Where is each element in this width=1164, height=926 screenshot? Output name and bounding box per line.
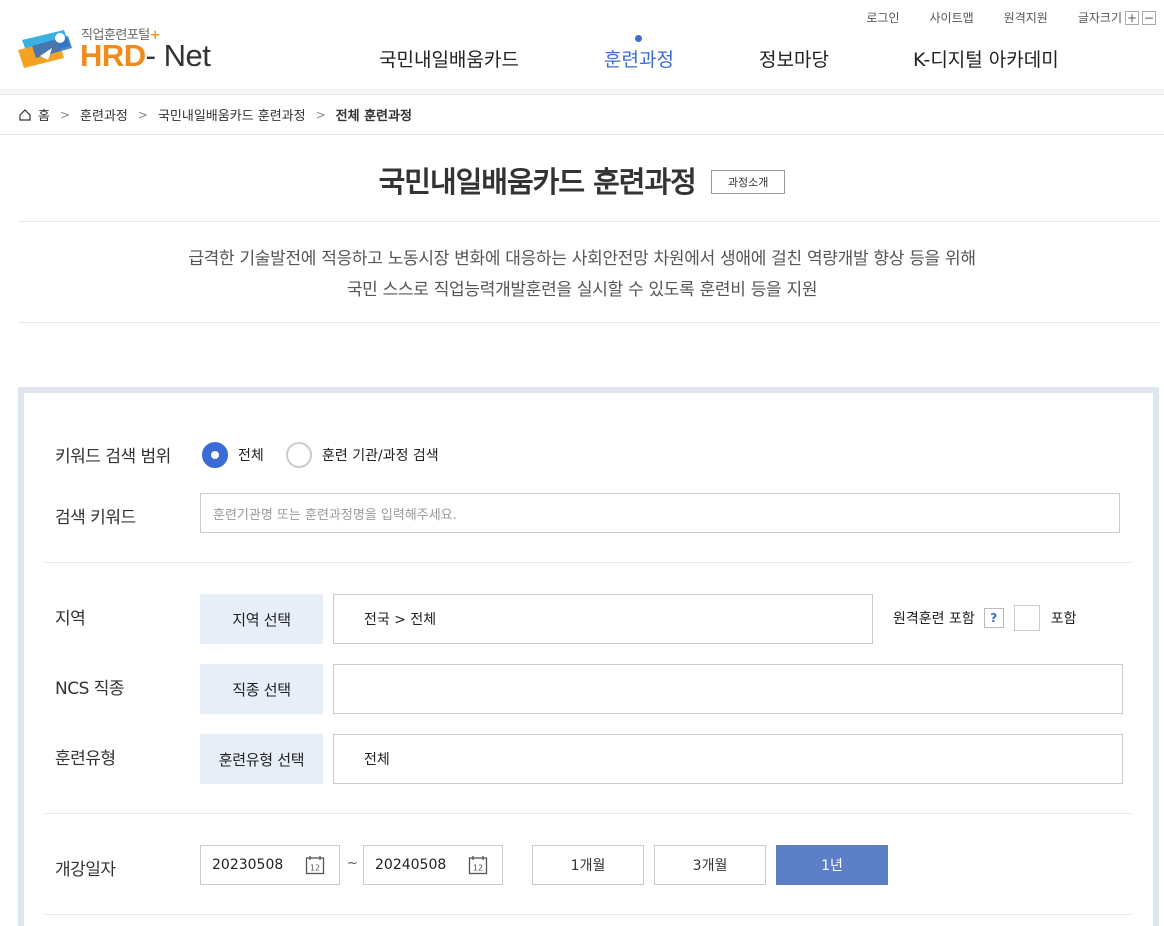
scope-radio-institution[interactable]: 훈련 기관/과정 검색 — [286, 442, 439, 468]
chevron-right-icon: > — [315, 107, 326, 122]
page-title: 국민내일배움카드 훈련과정 — [378, 165, 697, 199]
keyword-label: 검색 키워드 — [55, 508, 136, 528]
scope-radio-all[interactable]: 전체 — [202, 442, 264, 468]
font-size-control: 글자크기 + − — [1078, 9, 1156, 26]
header-divider — [0, 89, 1164, 95]
description-line-1: 급격한 기술발전에 적응하고 노동시장 변화에 대응하는 사회안전망 차원에서 … — [188, 249, 976, 269]
main-navigation: 국민내일배움카드 훈련과정 정보마당 K-디지털 아카데미 — [0, 35, 1164, 75]
home-icon — [19, 108, 31, 121]
section-divider — [44, 813, 1131, 814]
remote-include-checkbox[interactable] — [1013, 605, 1040, 631]
active-nav-indicator — [635, 35, 642, 42]
nav-item-learning-card[interactable]: 국민내일배움카드 — [379, 45, 519, 72]
start-date-to-input[interactable]: 20240508 12 — [363, 845, 503, 885]
search-form: 키워드 검색 범위 전체 훈련 기관/과정 검색 검색 키워드 훈련기관명 또는… — [18, 387, 1159, 926]
period-1-month-button[interactable]: 1개월 — [532, 845, 644, 885]
breadcrumb-home[interactable]: 홈 — [18, 105, 50, 124]
training-type-label: 훈련유형 — [55, 749, 116, 769]
nav-item-info[interactable]: 정보마당 — [759, 45, 829, 72]
font-size-decrease-button[interactable]: − — [1142, 10, 1156, 25]
login-link[interactable]: 로그인 — [866, 9, 899, 26]
breadcrumb: 홈 > 훈련과정 > 국민내일배움카드 훈련과정 > 전체 훈련과정 — [18, 105, 412, 124]
page-description: 급격한 기술발전에 적응하고 노동시장 변화에 대응하는 사회안전망 차원에서 … — [0, 244, 1164, 306]
start-date-label: 개강일자 — [55, 860, 116, 880]
date-range-tilde: ~ — [347, 856, 358, 871]
breadcrumb-item[interactable]: 훈련과정 — [80, 105, 128, 124]
period-3-months-button[interactable]: 3개월 — [654, 845, 766, 885]
training-type-value-field[interactable]: 전체 — [333, 734, 1123, 784]
remote-training-label: 원격훈련 포함 — [893, 611, 975, 627]
nav-item-training-courses[interactable]: 훈련과정 — [604, 45, 674, 72]
breadcrumb-item[interactable]: 국민내일배움카드 훈련과정 — [158, 105, 306, 124]
title-divider — [18, 221, 1160, 222]
course-intro-button[interactable]: 과정소개 — [710, 170, 786, 194]
radio-checked-icon — [202, 442, 228, 468]
keyword-input[interactable]: 훈련기관명 또는 훈련과정명을 입력해주세요. — [200, 493, 1120, 533]
chevron-right-icon: > — [137, 107, 148, 122]
region-value-field[interactable]: 전국 > 전체 — [333, 594, 873, 644]
region-label: 지역 — [55, 609, 86, 629]
region-select-button[interactable]: 지역 선택 — [200, 594, 323, 644]
radio-unchecked-icon — [286, 442, 312, 468]
breadcrumb-current[interactable]: 전체 훈련과정 — [336, 105, 412, 124]
help-icon[interactable]: ? — [983, 608, 1004, 628]
training-type-select-button[interactable]: 훈련유형 선택 — [200, 734, 323, 784]
sitemap-link[interactable]: 사이트맵 — [929, 9, 973, 26]
ncs-label: NCS 직종 — [55, 679, 125, 699]
breadcrumb-divider — [0, 134, 1164, 135]
utility-bar: 로그인 사이트맵 원격지원 글자크기 + − — [866, 9, 1156, 26]
remote-include-label: 포함 — [1050, 611, 1077, 627]
ncs-value-field[interactable] — [333, 664, 1123, 714]
description-divider — [18, 322, 1160, 323]
start-date-from-input[interactable]: 20230508 12 — [200, 845, 340, 885]
chevron-right-icon: > — [59, 107, 71, 122]
section-divider — [44, 914, 1131, 915]
remote-training-option: 원격훈련 포함 ? 포함 — [893, 605, 1077, 631]
font-size-increase-button[interactable]: + — [1125, 10, 1139, 25]
remote-support-link[interactable]: 원격지원 — [1004, 9, 1048, 26]
ncs-select-button[interactable]: 직종 선택 — [200, 664, 323, 714]
period-1-year-button[interactable]: 1년 — [776, 845, 888, 885]
svg-text:12: 12 — [473, 864, 483, 873]
keyword-scope-label: 키워드 검색 범위 — [55, 447, 171, 467]
page-title-area: 국민내일배움카드 훈련과정 과정소개 — [0, 159, 1164, 201]
calendar-icon[interactable]: 12 — [468, 855, 488, 875]
svg-text:12: 12 — [310, 864, 320, 873]
nav-item-k-digital[interactable]: K-디지털 아카데미 — [913, 45, 1059, 72]
section-divider — [44, 562, 1131, 563]
description-line-2: 국민 스스로 직업능력개발훈련을 실시할 수 있도록 훈련비 등을 지원 — [346, 280, 818, 300]
calendar-icon[interactable]: 12 — [305, 855, 325, 875]
font-size-label: 글자크기 — [1077, 11, 1122, 25]
